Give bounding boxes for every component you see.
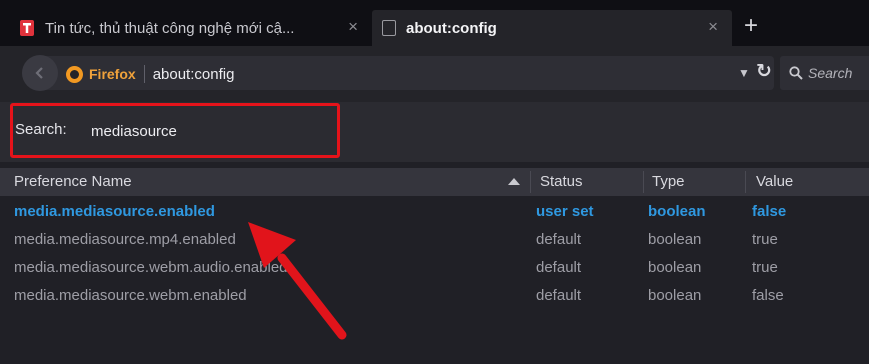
table-row[interactable]: media.mediasource.enabled user set boole…: [0, 198, 869, 226]
table-header: Preference Name Status Type Value: [0, 168, 869, 196]
table-row[interactable]: media.mediasource.webm.enabled default b…: [0, 282, 869, 310]
about-config-page: Search: Preference Name Status Type Valu…: [0, 102, 869, 364]
config-search-row: Search:: [0, 102, 869, 162]
pref-status: default: [536, 231, 582, 248]
table-row[interactable]: media.mediasource.webm.audio.enabled def…: [0, 254, 869, 282]
nav-bar: Firefox about:config ▼ ↻ Search: [0, 46, 869, 102]
pref-value: false: [752, 287, 784, 304]
search-icon: [789, 66, 803, 80]
tab-bar: Tin tức, thủ thuật công nghệ mới cậ... ×…: [0, 0, 869, 46]
column-header-value[interactable]: Value: [756, 173, 793, 190]
site-identity[interactable]: Firefox about:config: [66, 65, 234, 83]
browser-brand: Firefox: [89, 66, 136, 82]
dropdown-icon[interactable]: ▼: [738, 66, 750, 80]
pref-name: media.mediasource.webm.enabled: [14, 287, 247, 304]
tab-about-config[interactable]: about:config ×: [372, 10, 732, 46]
pref-value: true: [752, 231, 778, 248]
search-bar[interactable]: Search: [780, 56, 869, 90]
column-header-type[interactable]: Type: [652, 173, 685, 190]
pref-type: boolean: [648, 231, 702, 248]
pref-type: boolean: [648, 203, 706, 220]
pref-name: media.mediasource.enabled: [14, 203, 215, 220]
url-text[interactable]: about:config: [153, 66, 235, 83]
new-tab-button[interactable]: +: [744, 13, 758, 39]
sort-ascending-icon[interactable]: [507, 176, 521, 186]
pref-status: default: [536, 287, 582, 304]
tab-favicon-icon: [20, 20, 34, 36]
pref-value: true: [752, 259, 778, 276]
highlight-box: [10, 103, 340, 158]
page-icon: [382, 20, 396, 36]
search-placeholder: Search: [808, 65, 853, 81]
close-icon[interactable]: ×: [348, 17, 358, 37]
pref-type: boolean: [648, 287, 702, 304]
table-row[interactable]: media.mediasource.mp4.enabled default bo…: [0, 226, 869, 254]
column-divider: [530, 171, 531, 193]
back-button[interactable]: [22, 55, 58, 91]
tab-title: Tin tức, thủ thuật công nghệ mới cậ...: [45, 19, 295, 37]
pref-status: user set: [536, 203, 594, 220]
tab-title: about:config: [406, 19, 497, 37]
pref-name: media.mediasource.mp4.enabled: [14, 231, 236, 248]
column-header-status[interactable]: Status: [540, 173, 583, 190]
column-divider: [643, 171, 644, 193]
close-icon[interactable]: ×: [708, 17, 718, 37]
divider: [143, 65, 145, 83]
column-divider: [745, 171, 746, 193]
reload-icon[interactable]: ↻: [756, 60, 772, 83]
back-arrow-icon: [35, 67, 43, 79]
pref-type: boolean: [648, 259, 702, 276]
pref-value: false: [752, 203, 787, 220]
tab-tin-tuc[interactable]: Tin tức, thủ thuật công nghệ mới cậ... ×: [4, 10, 372, 46]
pref-status: default: [536, 259, 582, 276]
firefox-logo-icon: [66, 65, 83, 83]
column-header-name[interactable]: Preference Name: [14, 173, 132, 190]
pref-name: media.mediasource.webm.audio.enabled: [14, 259, 288, 276]
